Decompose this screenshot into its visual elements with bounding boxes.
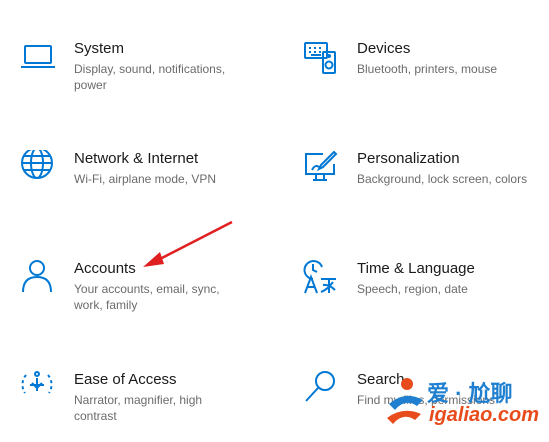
settings-tile-devices[interactable]: Devices Bluetooth, printers, mouse [303, 40, 543, 100]
settings-tile-accounts[interactable]: Accounts Your accounts, email, sync, wor… [20, 260, 260, 320]
settings-tile-personalization[interactable]: Personalization Background, lock screen,… [303, 150, 543, 210]
tile-description: Find my files, permissions [357, 393, 496, 407]
settings-tile-time-language[interactable]: Time & Language Speech, region, date [303, 260, 543, 320]
tile-description: Your accounts, email, sync, work, family [74, 282, 220, 312]
settings-tile-network[interactable]: Network & Internet Wi-Fi, airplane mode,… [20, 150, 260, 210]
tile-title: Accounts [74, 260, 136, 277]
settings-tile-search[interactable]: Search Find my files, permissions [303, 371, 543, 431]
ease-of-access-icon [20, 371, 56, 407]
tile-title: Time & Language [357, 260, 475, 277]
person-icon [20, 260, 56, 296]
settings-tile-system[interactable]: System Display, sound, notifications, po… [20, 40, 260, 100]
tile-title: Search [357, 371, 405, 388]
tile-description: Speech, region, date [357, 282, 468, 296]
tile-description: Display, sound, notifications, power [74, 62, 226, 92]
tile-title: Network & Internet [74, 150, 199, 167]
magnifier-icon [303, 371, 339, 407]
globe-icon [20, 150, 56, 186]
laptop-icon [20, 40, 56, 76]
clock-language-icon [303, 260, 339, 296]
tile-description: Narrator, magnifier, high contrast [74, 393, 203, 423]
tile-title: Devices [357, 40, 411, 57]
keyboard-speaker-icon [303, 40, 339, 76]
tile-description: Bluetooth, printers, mouse [357, 62, 498, 76]
tile-title: Personalization [357, 150, 460, 167]
tile-title: System [74, 40, 125, 57]
tile-description: Background, lock screen, colors [357, 172, 528, 186]
tile-description: Wi-Fi, airplane mode, VPN [74, 172, 217, 186]
settings-tile-ease-of-access[interactable]: Ease of Access Narrator, magnifier, high… [20, 371, 260, 431]
monitor-brush-icon [303, 150, 339, 186]
tile-title: Ease of Access [74, 371, 177, 388]
